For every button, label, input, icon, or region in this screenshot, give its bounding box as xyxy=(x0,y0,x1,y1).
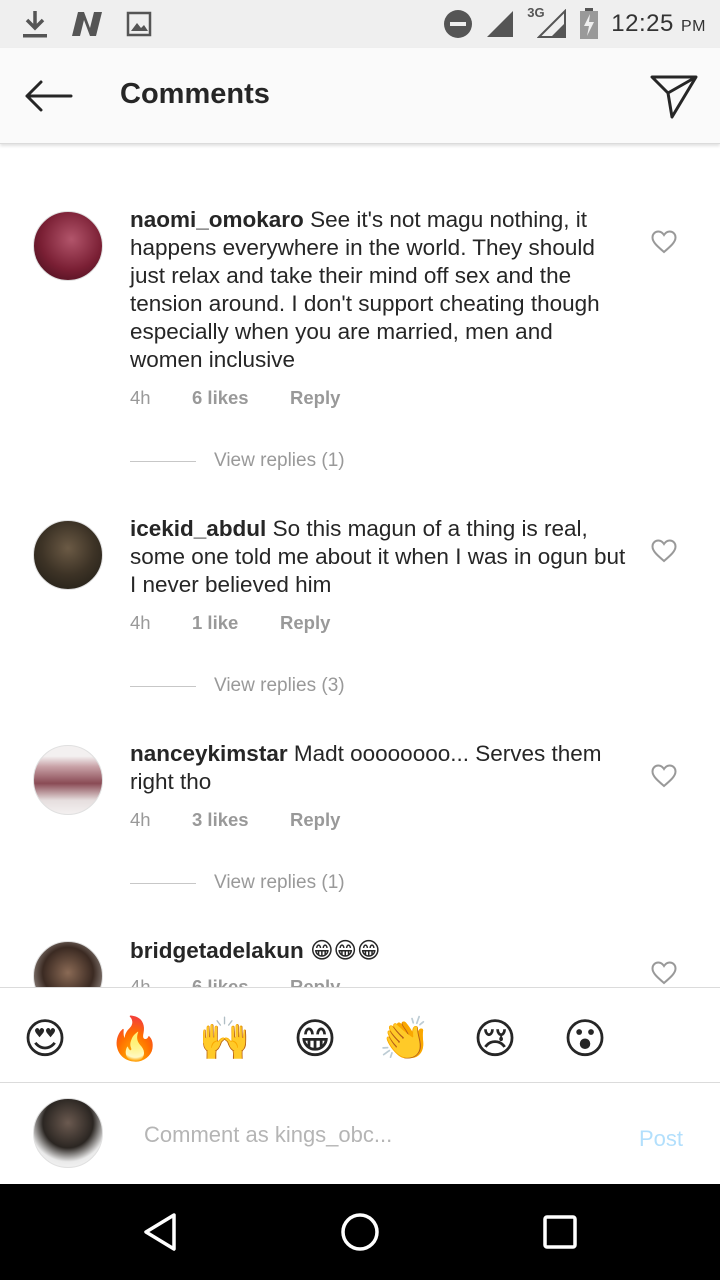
image-icon xyxy=(126,11,152,37)
divider xyxy=(130,685,196,687)
quick-emoji-bar: 😍 🔥 🙌 😁 👏 😢 😮 xyxy=(0,987,720,1083)
avatar[interactable] xyxy=(33,211,103,281)
nav-home-button[interactable] xyxy=(336,1208,384,1256)
clock-time: 12:25 xyxy=(611,10,674,37)
circle-home-icon xyxy=(341,1213,379,1251)
signal-icon xyxy=(487,11,514,37)
heart-eyes-emoji-button[interactable]: 😍 xyxy=(18,1012,72,1066)
comment-likes[interactable]: 6 likes xyxy=(192,387,290,409)
comment-input[interactable] xyxy=(144,1118,584,1152)
heart-icon[interactable] xyxy=(651,764,677,788)
comment-likes[interactable]: 1 like xyxy=(192,612,280,634)
do-not-disturb-icon xyxy=(444,10,473,38)
divider xyxy=(130,882,196,884)
avatar xyxy=(33,1098,103,1168)
comment-message: 😁😁😁 xyxy=(310,938,381,963)
status-clock: 12:25 PM xyxy=(611,10,706,38)
comment-username[interactable]: icekid_abdul xyxy=(130,516,266,541)
comment-time: 4h xyxy=(130,976,151,987)
surprised-emoji-button[interactable]: 😮 xyxy=(558,1012,612,1066)
clock-ampm: PM xyxy=(681,18,706,35)
avatar[interactable] xyxy=(33,941,103,987)
direct-send-icon xyxy=(650,75,698,119)
back-button[interactable] xyxy=(18,72,78,120)
mobile-data-indicator: 3G xyxy=(527,5,567,39)
comment-composer: Post xyxy=(0,1084,720,1184)
reply-button[interactable]: Reply xyxy=(280,612,330,634)
avatar[interactable] xyxy=(33,520,103,590)
comment-meta: 4h 3 likes Reply xyxy=(130,809,340,831)
view-replies-label: View replies (1) xyxy=(214,872,345,893)
view-replies-label: View replies (3) xyxy=(214,675,345,696)
clap-emoji-button[interactable]: 👏 xyxy=(378,1012,432,1066)
reply-button[interactable]: Reply xyxy=(290,387,340,409)
battery-charging-icon xyxy=(580,8,599,39)
reply-button[interactable]: Reply xyxy=(290,809,340,831)
comment-text: bridgetadelakun 😁😁😁 xyxy=(130,937,630,965)
comment-username[interactable]: nanceykimstar xyxy=(130,741,288,766)
comment-username[interactable]: naomi_omokaro xyxy=(130,207,304,232)
heart-icon[interactable] xyxy=(651,230,677,254)
heart-icon[interactable] xyxy=(651,961,677,985)
crying-emoji-button[interactable]: 😢 xyxy=(468,1012,522,1066)
avatar[interactable] xyxy=(33,745,103,815)
download-icon xyxy=(23,11,47,38)
post-button[interactable]: Post xyxy=(639,1126,683,1152)
comment-likes[interactable]: 3 likes xyxy=(192,809,290,831)
comment-time: 4h xyxy=(130,387,151,408)
comment-text: naomi_omokaro See it's not magu nothing,… xyxy=(130,206,630,374)
comment-time: 4h xyxy=(130,612,151,633)
comment-text: icekid_abdul So this magun of a thing is… xyxy=(130,515,630,599)
app-bar: Comments xyxy=(0,48,720,144)
system-nav-bar xyxy=(0,1184,720,1280)
comment-likes[interactable]: 6 likes xyxy=(192,976,290,987)
view-replies-button[interactable]: View replies (1) xyxy=(130,872,345,894)
view-replies-label: View replies (1) xyxy=(214,450,345,471)
divider xyxy=(130,460,196,462)
direct-send-button[interactable] xyxy=(648,70,700,122)
arrow-left-icon xyxy=(25,80,73,112)
nav-back-button[interactable] xyxy=(136,1208,184,1256)
status-bar: 3G 12:25 PM xyxy=(0,0,720,48)
reply-button[interactable]: Reply xyxy=(290,976,340,987)
comment-username[interactable]: bridgetadelakun xyxy=(130,938,304,963)
comments-list[interactable]: naomi_omokaro See it's not magu nothing,… xyxy=(0,145,720,987)
view-replies-button[interactable]: View replies (3) xyxy=(130,675,345,697)
grin-emoji-button[interactable]: 😁 xyxy=(288,1012,342,1066)
fire-emoji-button[interactable]: 🔥 xyxy=(108,1012,162,1066)
comment-meta: 4h 6 likes Reply xyxy=(130,387,340,409)
page-title: Comments xyxy=(120,78,270,110)
nav-recents-button[interactable] xyxy=(536,1208,584,1256)
comment-meta: 4h 6 likes Reply xyxy=(130,976,340,987)
comment-time: 4h xyxy=(130,809,151,830)
square-recents-icon xyxy=(543,1215,577,1249)
triangle-back-icon xyxy=(144,1213,176,1251)
comment-meta: 4h 1 like Reply xyxy=(130,612,330,634)
raised-hands-emoji-button[interactable]: 🙌 xyxy=(198,1012,252,1066)
heart-icon[interactable] xyxy=(651,539,677,563)
view-replies-button[interactable]: View replies (1) xyxy=(130,450,345,472)
n-app-icon xyxy=(72,12,102,36)
comment-text: nanceykimstar Madt oooooooo... Serves th… xyxy=(130,740,630,796)
